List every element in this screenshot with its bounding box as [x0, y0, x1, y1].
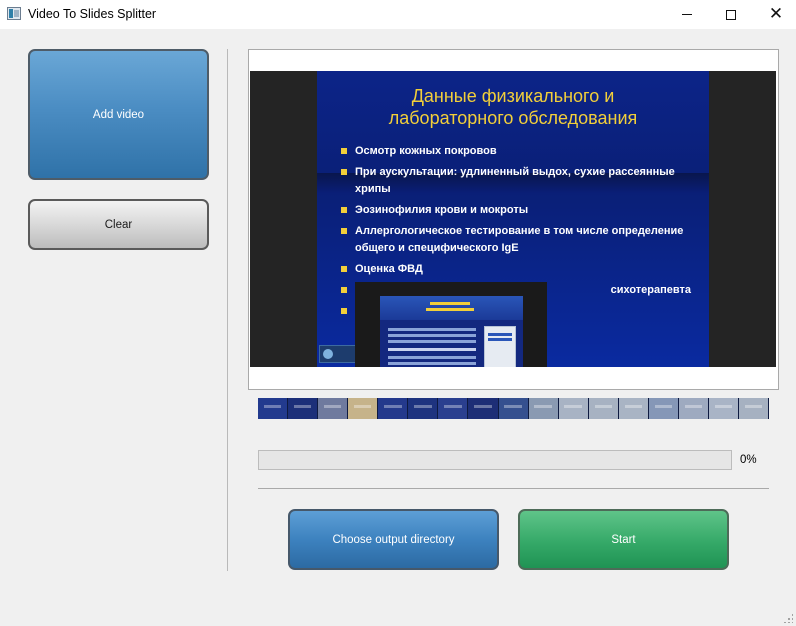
thumbnail-item[interactable]: [468, 398, 499, 419]
thumbnail-item[interactable]: [708, 398, 739, 419]
horizontal-divider: [258, 488, 769, 489]
thumbnail-item[interactable]: [258, 398, 289, 419]
slide-bullet: Оценка ФВД: [341, 261, 691, 278]
app-icon: [7, 7, 21, 20]
start-button[interactable]: Start: [518, 509, 729, 570]
thumbnail-item[interactable]: [648, 398, 679, 419]
overlay-slide-header: [380, 296, 523, 320]
thumbnail-item[interactable]: [739, 398, 770, 419]
choose-output-directory-button[interactable]: Choose output directory: [288, 509, 499, 570]
progress-label: 0%: [740, 454, 757, 466]
thumbnail-item[interactable]: [438, 398, 469, 419]
thumbnail-item[interactable]: [318, 398, 349, 419]
thumbnail-item[interactable]: [288, 398, 319, 419]
vertical-divider: [227, 49, 228, 571]
slide-bullet: Аллергологическое тестирование в том чис…: [341, 223, 691, 257]
thumbnail-item[interactable]: [588, 398, 619, 419]
title-bar: Video To Slides Splitter ✕: [0, 0, 796, 29]
slide-bullet: Эозинофилия крови и мокроты: [341, 202, 691, 219]
thumbnail-item[interactable]: [618, 398, 649, 419]
window-title: Video To Slides Splitter: [28, 7, 157, 21]
slide-title-line-1: Данные физикального и: [411, 86, 615, 106]
overlay-slide-page: [380, 296, 523, 367]
thumbnail-item[interactable]: [348, 398, 379, 419]
resize-grip-icon[interactable]: [783, 613, 793, 623]
thumbnail-item[interactable]: [408, 398, 439, 419]
thumbnail-item[interactable]: [528, 398, 559, 419]
thumbnail-item[interactable]: [678, 398, 709, 419]
thumbnail-strip[interactable]: [258, 398, 770, 419]
add-video-button[interactable]: Add video: [28, 49, 209, 180]
close-button[interactable]: ✕: [753, 0, 796, 29]
slide-bullet: Осмотр кожных покровов: [341, 143, 691, 160]
overlay-book-cover: [484, 326, 516, 367]
thumbnail-item[interactable]: [558, 398, 589, 419]
overlay-slide-text: [388, 328, 476, 331]
slide-bullet: При аускультации: удлиненный выдох, сухи…: [341, 164, 691, 198]
slide-bullet-list: Осмотр кожных покровов При аускультации:…: [341, 143, 691, 314]
maximize-icon: [726, 9, 736, 20]
slide-title: Данные физикального и лабораторного обсл…: [317, 85, 709, 129]
clear-button[interactable]: Clear: [28, 199, 209, 250]
thumbnail-item[interactable]: [378, 398, 409, 419]
close-icon: ✕: [768, 4, 784, 24]
minimize-button[interactable]: [664, 0, 710, 29]
minimize-icon: [682, 14, 692, 15]
thumbnail-item[interactable]: [498, 398, 529, 419]
video-frame: Данные физикального и лабораторного обсл…: [250, 71, 776, 367]
overlay-slide-thumbnail: [355, 282, 547, 367]
video-preview-panel: Данные физикального и лабораторного обсл…: [248, 49, 779, 390]
progress-bar: [258, 450, 732, 470]
maximize-button[interactable]: [708, 0, 754, 29]
slide-title-line-2: лабораторного обследования: [388, 108, 638, 128]
